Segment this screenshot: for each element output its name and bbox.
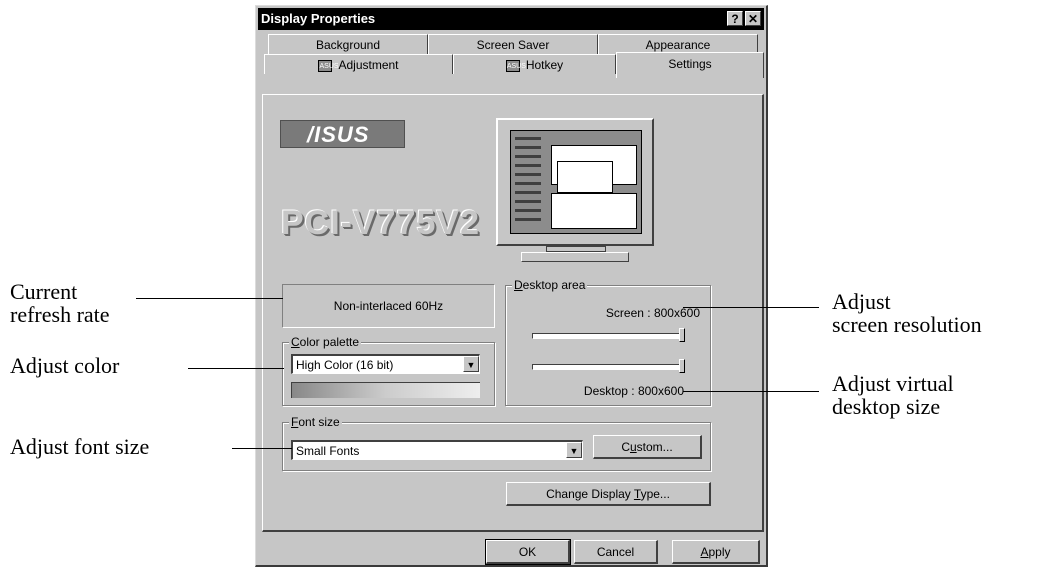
annotation-line xyxy=(683,391,819,392)
desktop-preview xyxy=(510,130,642,234)
desktop-size-label: Desktop : 800x600 xyxy=(583,384,684,398)
annotation-line xyxy=(188,368,284,369)
tab-screen-saver[interactable]: Screen Saver xyxy=(428,34,598,54)
tab-label: Adjustment xyxy=(338,58,399,72)
tab-adjustment[interactable]: ASUSAdjustment xyxy=(264,54,453,74)
screen-resolution-track[interactable] xyxy=(532,333,685,339)
desktop-area-legend: Desktop area xyxy=(512,278,588,292)
screen-resolution-slider-thumb[interactable] xyxy=(679,328,685,342)
virtual-desktop-slider-thumb[interactable] xyxy=(679,359,685,373)
desktop-icons xyxy=(515,137,541,227)
refresh-rate-display: Non-interlaced 60Hz xyxy=(282,284,495,328)
annotation-screen-resolution: Adjust screen resolution xyxy=(832,289,982,337)
preview-window xyxy=(557,161,613,193)
virtual-desktop-track[interactable] xyxy=(532,364,685,370)
tab-appearance[interactable]: Appearance xyxy=(598,34,758,54)
preview-window xyxy=(551,193,637,229)
title-bar: Display Properties ? ✕ xyxy=(258,8,764,30)
annotation-font-size: Adjust font size xyxy=(10,434,150,459)
screen-size-label: Screen : 800x600 xyxy=(605,306,700,320)
asus-tab-icon: ASUS xyxy=(318,59,339,72)
apply-button[interactable]: Apply xyxy=(672,540,760,564)
tab-label: Hotkey xyxy=(525,58,564,72)
annotation-line xyxy=(136,298,283,299)
asus-tab-icon: ASUS xyxy=(505,59,526,72)
model-name: PCI-V775V2 xyxy=(281,204,480,242)
tab-label: Appearance xyxy=(645,38,711,52)
display-properties-window: Display Properties ? ✕ Background Screen… xyxy=(255,5,768,567)
dropdown-arrow-icon[interactable]: ▼ xyxy=(463,356,479,372)
color-gradient-preview xyxy=(291,382,480,398)
tab-label: Screen Saver xyxy=(476,38,550,52)
close-icon[interactable]: ✕ xyxy=(745,11,761,26)
tab-label: Background xyxy=(315,38,381,52)
tab-label: Settings xyxy=(668,57,712,71)
monitor-base xyxy=(521,252,629,262)
annotation-color: Adjust color xyxy=(10,353,120,378)
dropdown-arrow-icon[interactable]: ▼ xyxy=(566,442,582,458)
change-display-type-button[interactable]: Change Display Type... xyxy=(506,482,711,506)
annotation-virtual-desktop: Adjust virtual desktop size xyxy=(832,371,954,419)
brand-logo-text: /ISUS xyxy=(307,122,370,147)
custom-font-button[interactable]: Custom... xyxy=(593,435,702,459)
window-title: Display Properties xyxy=(261,11,376,26)
color-palette-legend: Color palette xyxy=(289,335,362,349)
cancel-button[interactable]: Cancel xyxy=(574,540,658,564)
font-size-select[interactable]: Small Fonts ▼ xyxy=(291,440,583,460)
help-icon[interactable]: ? xyxy=(727,11,743,26)
color-palette-value: High Color (16 bit) xyxy=(296,358,394,372)
tab-hotkey[interactable]: ASUSHotkey xyxy=(453,54,616,74)
asus-logo: /ISUS xyxy=(280,120,405,148)
ok-button[interactable]: OK xyxy=(485,539,571,565)
font-size-legend: Font size xyxy=(289,415,342,429)
font-size-value: Small Fonts xyxy=(296,444,360,458)
annotation-line xyxy=(683,307,819,308)
tab-settings[interactable]: Settings xyxy=(616,52,764,78)
annotation-line xyxy=(232,448,292,449)
monitor-icon xyxy=(496,118,654,246)
color-palette-select[interactable]: High Color (16 bit) ▼ xyxy=(291,354,480,374)
annotation-refresh-rate: Current refresh rate xyxy=(10,279,110,327)
tab-background[interactable]: Background xyxy=(268,34,428,54)
